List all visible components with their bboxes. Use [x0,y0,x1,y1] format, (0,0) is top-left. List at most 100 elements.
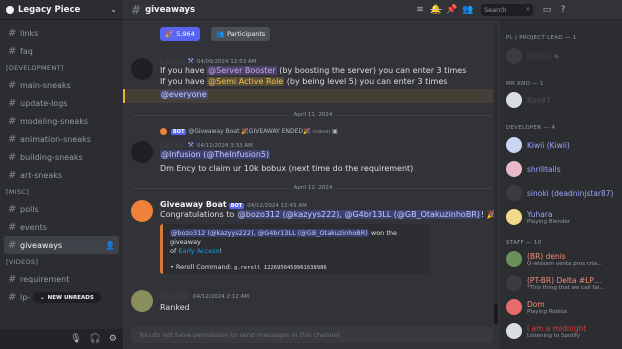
hash-icon: # [8,133,17,145]
giveaway-entries-button[interactable]: 🎉 5,964 [160,27,200,41]
avatar[interactable] [131,58,153,80]
author-name[interactable]: Giveaway Boat [160,200,227,209]
chat-scrollbar[interactable] [494,24,498,324]
avatar[interactable] [131,141,153,163]
hash-icon: # [8,169,17,181]
channel-category[interactable]: [DEVELOPMENT] [4,60,119,76]
channel-item[interactable]: # polls [4,200,119,218]
member-item[interactable]: Yuhara Playing Blender [506,208,620,226]
channel-item[interactable]: # modeling-sneaks [4,112,119,130]
channel-item[interactable]: # main-sneaks [4,76,119,94]
author-name[interactable]: ░░░░░ [160,141,185,149]
channel-list: # links # faq [DEVELOPMENT] # main-sneaks # upda… [0,20,123,306]
input-placeholder: You do not have permission to send messa… [139,331,342,339]
hash-icon: # [8,27,17,39]
hash-icon: # [8,291,17,303]
channel-label: building-sneaks [20,152,83,162]
author-name[interactable]: ░░░░░░ [160,292,190,300]
hash-icon: # [8,79,17,91]
channel-item[interactable]: # building-sneaks [4,148,119,166]
channel-item[interactable]: # art-sneaks [4,166,119,184]
member-name: Kno97 [527,95,551,105]
member-item[interactable]: (BR) denis O-wissam venta pros cria… [506,250,620,268]
hash-icon: # [8,45,17,57]
reply-preview[interactable]: BOT @Giveaway Boat 🎉GIVEAWAY ENDED🎉 (edi… [160,128,338,135]
new-unreads-pill[interactable]: ⌄ NEW UNREADS [33,292,101,303]
headphones-icon[interactable]: 🎧 [90,334,101,344]
member-group-header: PL | PROJECT LEAD — 1 [506,35,577,41]
member-avatar [506,209,522,225]
channel-item[interactable]: # events [4,218,119,236]
message: ░░░░░ ⚒ 04/09/2024 12:53 AM If you have @… [160,56,500,87]
channel-item[interactable]: # giveaways 👤 [4,236,119,254]
hash-icon: # [8,239,17,251]
channel-label: giveaways [20,240,63,250]
member-item[interactable]: ░░░░░ ◆ [506,47,620,65]
channel-label: events [20,222,47,232]
member-name: Kiwii (Kiwii) [527,140,570,150]
scrollbar-thumb[interactable] [494,304,498,324]
member-item[interactable]: sinoki (deadninjstar87) [506,184,620,202]
channel-category[interactable]: [MISC] [4,184,119,200]
member-item[interactable]: Kiwii (Kiwii) [506,136,620,154]
message-list: 🎉 5,964 👥 Participants ░░░░░ ⚒ 04/09/2024… [123,20,500,330]
channel-label: polls [20,204,39,214]
gear-icon[interactable]: ⚙ [109,334,117,344]
tools-icon: ⚒ [187,57,194,65]
message: ░░░░░ ⚒ 04/11/2024 3:33 AM @Infusion (@Th… [160,140,500,174]
author-name[interactable]: ░░░░░ [160,57,185,65]
everyone-mention[interactable]: @everyone [160,90,208,99]
channel-label: links [20,28,39,38]
member-item[interactable]: Kno97 [506,91,620,109]
channel-label: modeling-sneaks [20,116,89,126]
member-item[interactable]: shrilltails [506,160,620,178]
role-mention[interactable]: @Semi Active Role [207,77,285,86]
member-avatar [506,275,522,291]
member-item[interactable]: i am a midnight Listening to Spotify [506,322,620,340]
member-avatar [506,92,522,108]
channel-label: main-sneaks [20,80,71,90]
giveaway-boat-avatar[interactable] [131,200,153,222]
mic-icon[interactable]: 🎙 [70,334,81,344]
participants-button[interactable]: 👥 Participants [211,27,271,41]
inbox-icon[interactable]: ▭ [539,5,555,15]
server-icon [6,5,14,14]
hash-icon: # [8,221,17,233]
avatar[interactable] [131,290,153,312]
member-name: Yuhara [527,209,553,219]
channel-item[interactable]: # update-logs [4,94,119,112]
member-avatar [506,185,522,201]
hash-icon: # [8,151,17,163]
member-item[interactable]: Dom Playing Roblox [506,298,620,316]
channel-item[interactable]: # requirement [4,270,119,288]
channel-category[interactable]: [VIDEOS] [4,254,119,270]
message: Giveaway Boat BOT 04/12/2024 12:43 AM Cong… [160,200,500,220]
member-status: O-wissam venta pros cria… [527,260,603,267]
user-panel: 🎙 🎧 ⚙ [0,329,123,349]
giveaway-embed: @bozo312 (@kazyys222), @G4br13LL (@GB_Ot… [160,224,430,274]
threads-icon[interactable]: ≋ [412,5,428,15]
user-mention[interactable]: @bozo312 (@kazyys222), @G4br13LL (@GB_Ot… [236,210,481,219]
role-mention[interactable]: @Server Booster [207,66,277,75]
channel-item[interactable]: # faq [4,42,119,60]
help-icon[interactable]: ? [555,5,571,15]
server-header[interactable]: Legacy Piece ⌄ [0,0,123,20]
member-name: (BR) denis [527,251,566,261]
notification-bell-icon[interactable]: 🔔 [428,5,444,15]
user-mention[interactable]: @Infusion (@TheInfusion5) [160,150,271,159]
member-name: i am a midnight [527,323,587,333]
member-name: shrilltails [527,164,561,174]
early-access-link[interactable]: Early Access [178,247,219,255]
channel-item[interactable]: # links [4,24,119,42]
embed-description: @bozo312 (@kazyys222), @G4br13LL (@GB_Ot… [170,229,398,246]
channel-item[interactable]: # animation-sneaks [4,130,119,148]
invite-icon[interactable]: 👤 [105,241,115,250]
header-toolbar: ≋ 🔔 📌 👥 Search ⌕ ▭ ? [412,0,622,20]
pin-icon[interactable]: 📌 [444,5,460,15]
member-item[interactable]: (PT-BR) Delta #LP… *This thing that we ca… [506,274,620,292]
member-status: Playing Roblox [527,308,568,315]
search-icon: ⌕ [526,5,530,13]
bot-badge: BOT [170,129,187,135]
search-input[interactable]: Search ⌕ [481,3,533,16]
members-icon[interactable]: 👥 [460,5,476,15]
